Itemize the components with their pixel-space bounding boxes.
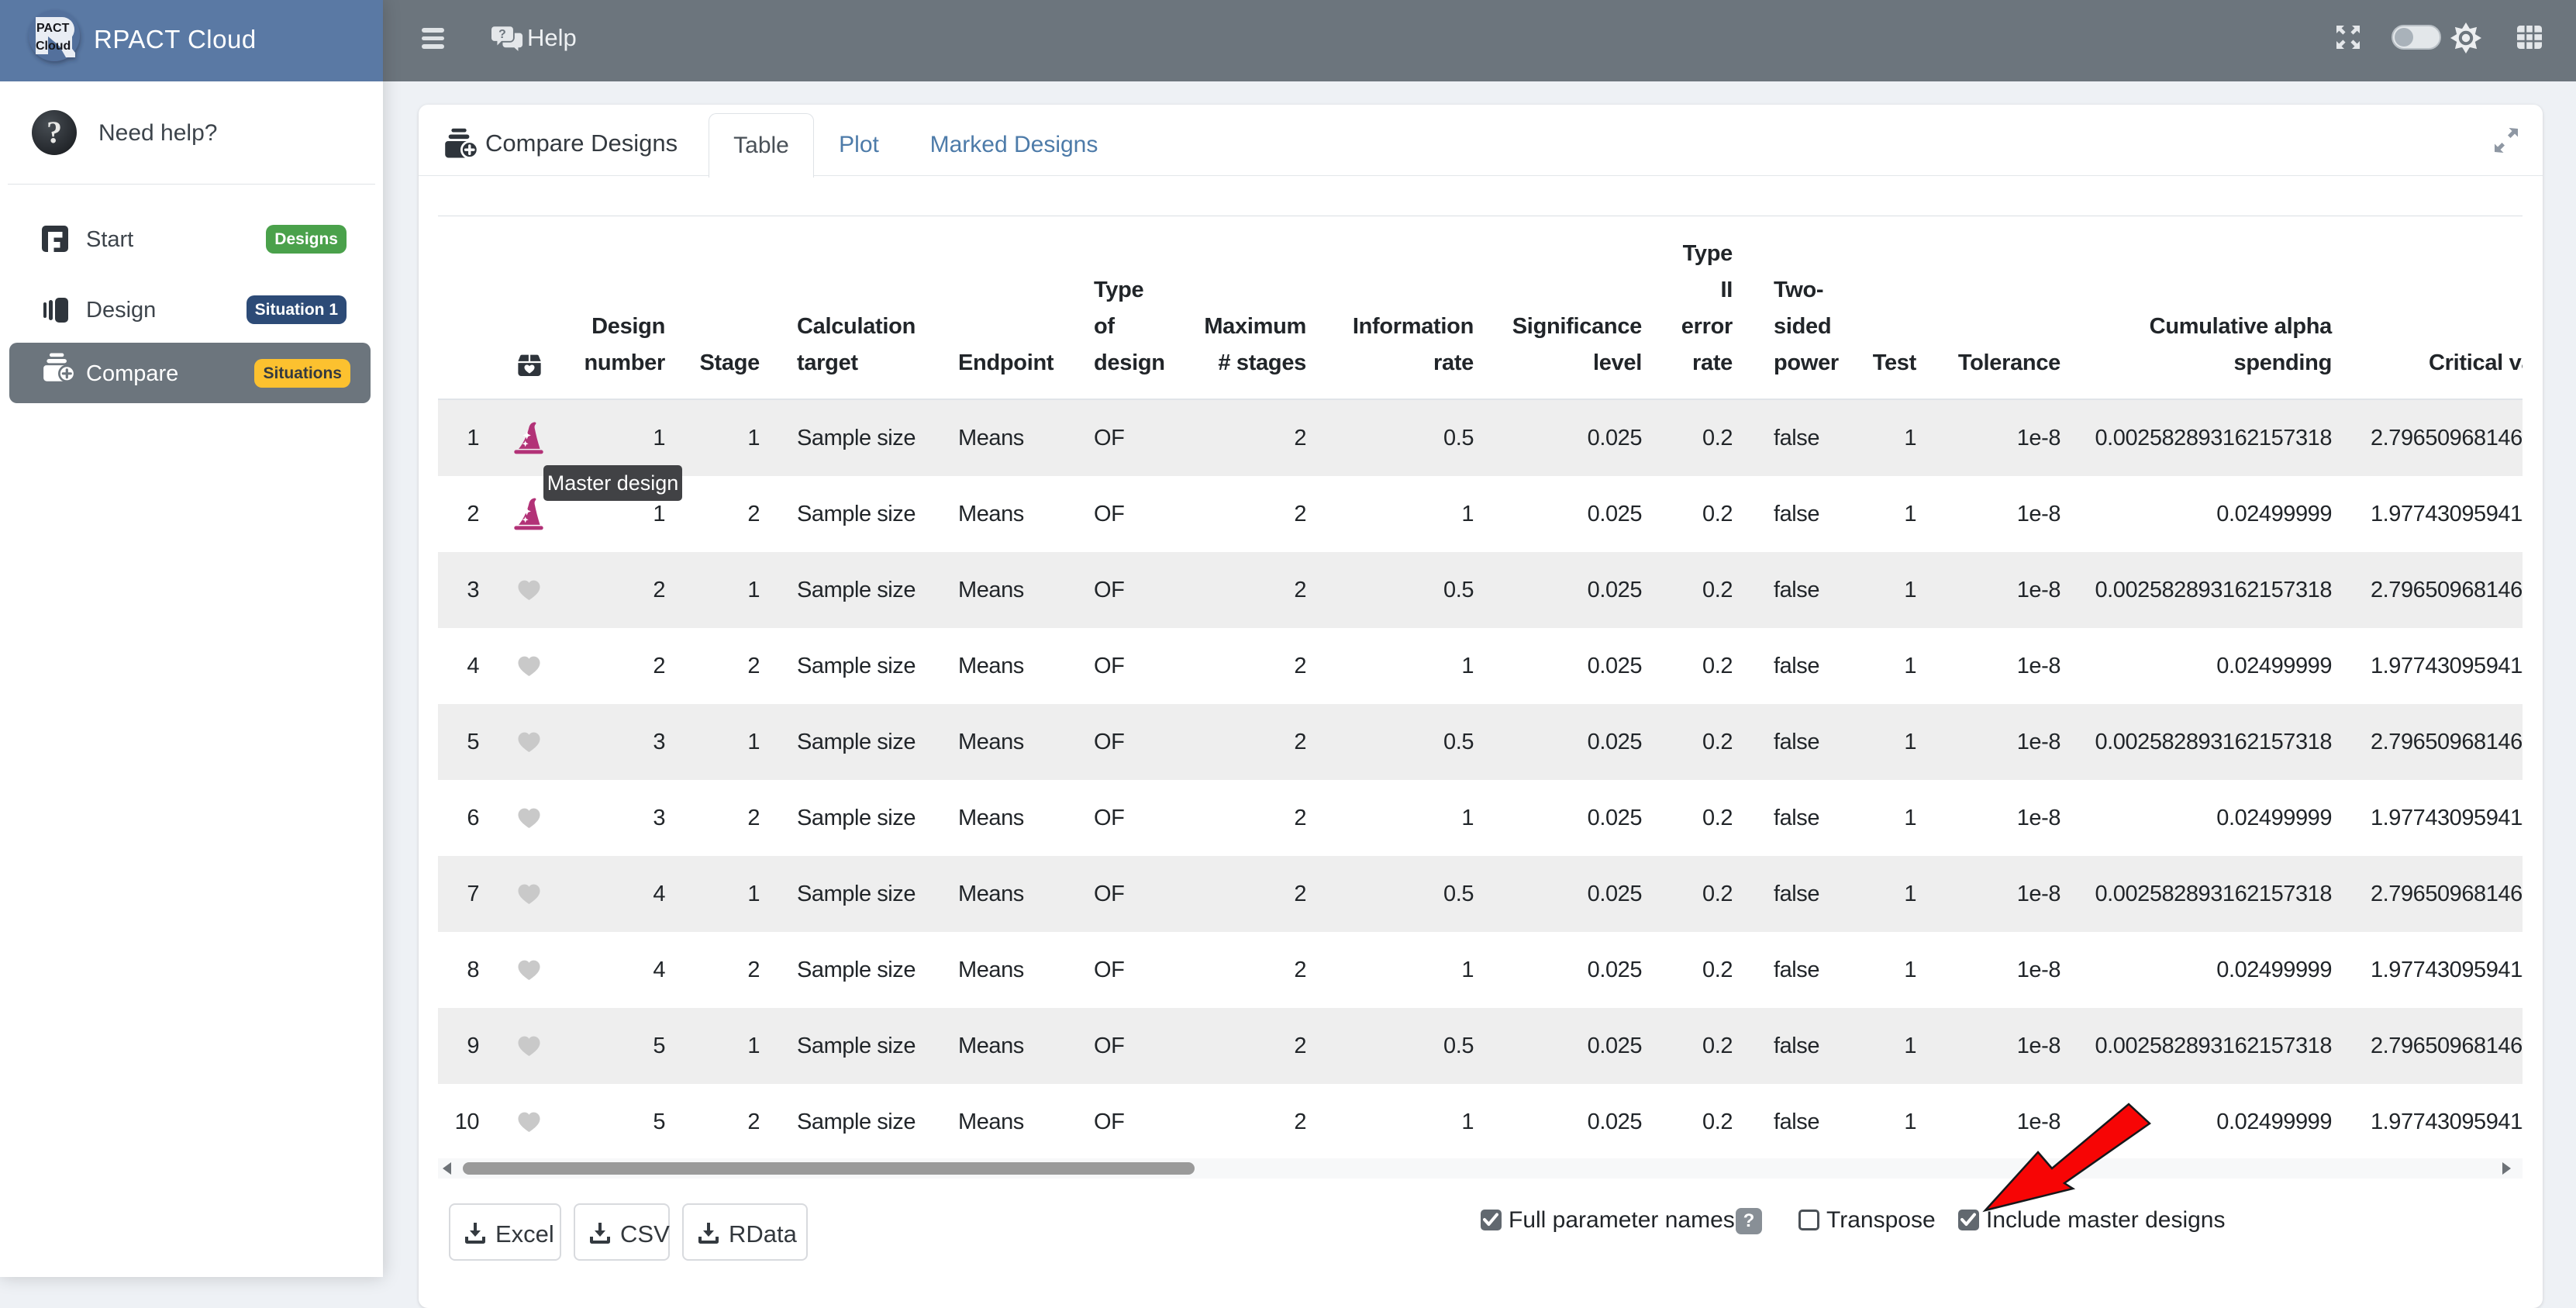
- svg-text:?: ?: [47, 115, 62, 150]
- svg-text:Cloud: Cloud: [36, 40, 71, 53]
- svg-text:PACT: PACT: [36, 22, 70, 35]
- svg-text:?: ?: [498, 28, 506, 41]
